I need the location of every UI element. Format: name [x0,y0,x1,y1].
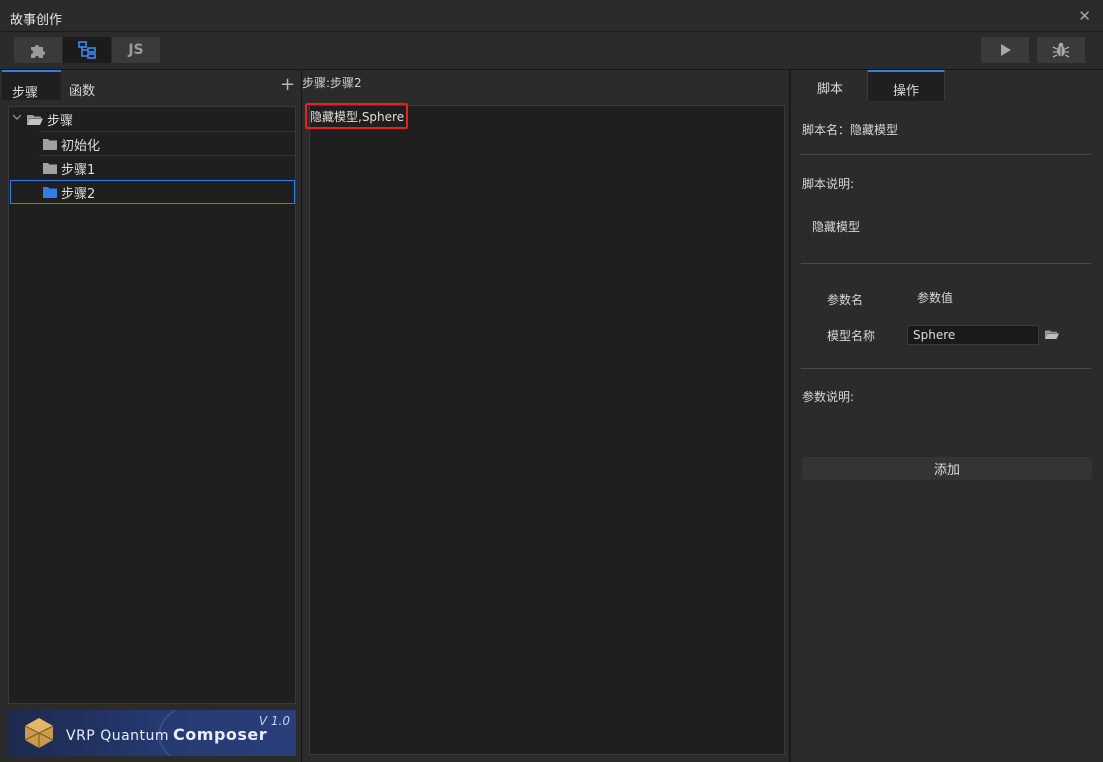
toolbar: JS [0,32,1103,70]
tree-root-steps[interactable]: 步骤 [27,107,73,131]
tree-label: 步骤2 [61,186,96,202]
script-editor[interactable] [309,105,785,755]
left-panel: 步骤 函数 + 步骤 初始化 步骤1 步骤2 VRP Quantum Compo… [0,70,302,762]
puzzle-button[interactable] [14,37,62,63]
script-desc-value: 隐藏模型 [812,220,861,234]
folder-open-icon [27,114,43,125]
tab-operation[interactable]: 操作 [867,70,945,101]
flowchart-icon [78,41,96,59]
close-icon[interactable]: ✕ [1078,7,1091,25]
properties-panel: 脚本 操作 脚本名：隐藏模型 脚本说明: 隐藏模型 参数名 参数值 模型名称 参… [791,70,1103,762]
add-button[interactable]: 添加 [802,457,1092,480]
model-name-input[interactable] [907,325,1039,345]
js-button[interactable]: JS [112,37,160,63]
folder-icon [43,163,57,174]
add-icon[interactable]: + [280,74,295,95]
param-value-header: 参数值 [917,291,954,305]
tab-functions[interactable]: 函数 [69,70,119,100]
tree-label: 步骤1 [61,162,96,178]
window-title: 故事创作 [10,13,63,28]
puzzle-icon [31,45,45,58]
play-icon [1001,44,1011,56]
tree-label: 步骤 [47,113,74,129]
product-version: V 1.0 [258,714,290,728]
tree-item-init[interactable]: 初始化 [43,132,100,156]
bug-icon [1052,42,1070,58]
script-line-highlight[interactable]: 隐藏模型,Sphere [305,103,408,129]
divider [801,154,1091,155]
param-model-label: 模型名称 [827,329,876,343]
tree-item-step2[interactable]: 步骤2 [10,180,295,204]
breadcrumb: 步骤:步骤2 [302,76,362,90]
flowchart-button[interactable] [63,37,111,63]
param-name-header: 参数名 [827,293,864,307]
param-desc-label: 参数说明: [802,390,855,404]
debug-button[interactable] [1037,37,1085,63]
tab-script[interactable]: 脚本 [793,70,867,101]
title-bar: 故事创作 ✕ [0,0,1103,32]
folder-icon [43,139,57,150]
folder-icon [43,187,57,198]
js-label: JS [128,42,144,58]
script-desc-label: 脚本说明: [802,177,855,191]
product-banner: VRP Quantum Composer V 1.0 [8,710,296,756]
divider [801,263,1091,264]
cube-logo-icon [24,718,54,748]
script-name: 脚本名：隐藏模型 [802,123,899,137]
script-line: 隐藏模型,Sphere [310,110,405,124]
tree-item-step1[interactable]: 步骤1 [43,156,95,180]
tab-steps[interactable]: 步骤 [2,70,61,101]
script-editor-panel: 步骤:步骤2 隐藏模型,Sphere [302,70,790,762]
run-button[interactable] [981,37,1029,63]
product-name: VRP Quantum Composer [66,725,268,744]
chevron-down-icon[interactable] [12,112,22,125]
left-tabs: 步骤 函数 + [0,70,302,101]
divider [801,368,1091,369]
tree-label: 初始化 [61,138,101,154]
folder-browse-icon[interactable] [1045,329,1059,340]
step-tree: 步骤 初始化 步骤1 步骤2 [8,106,296,704]
